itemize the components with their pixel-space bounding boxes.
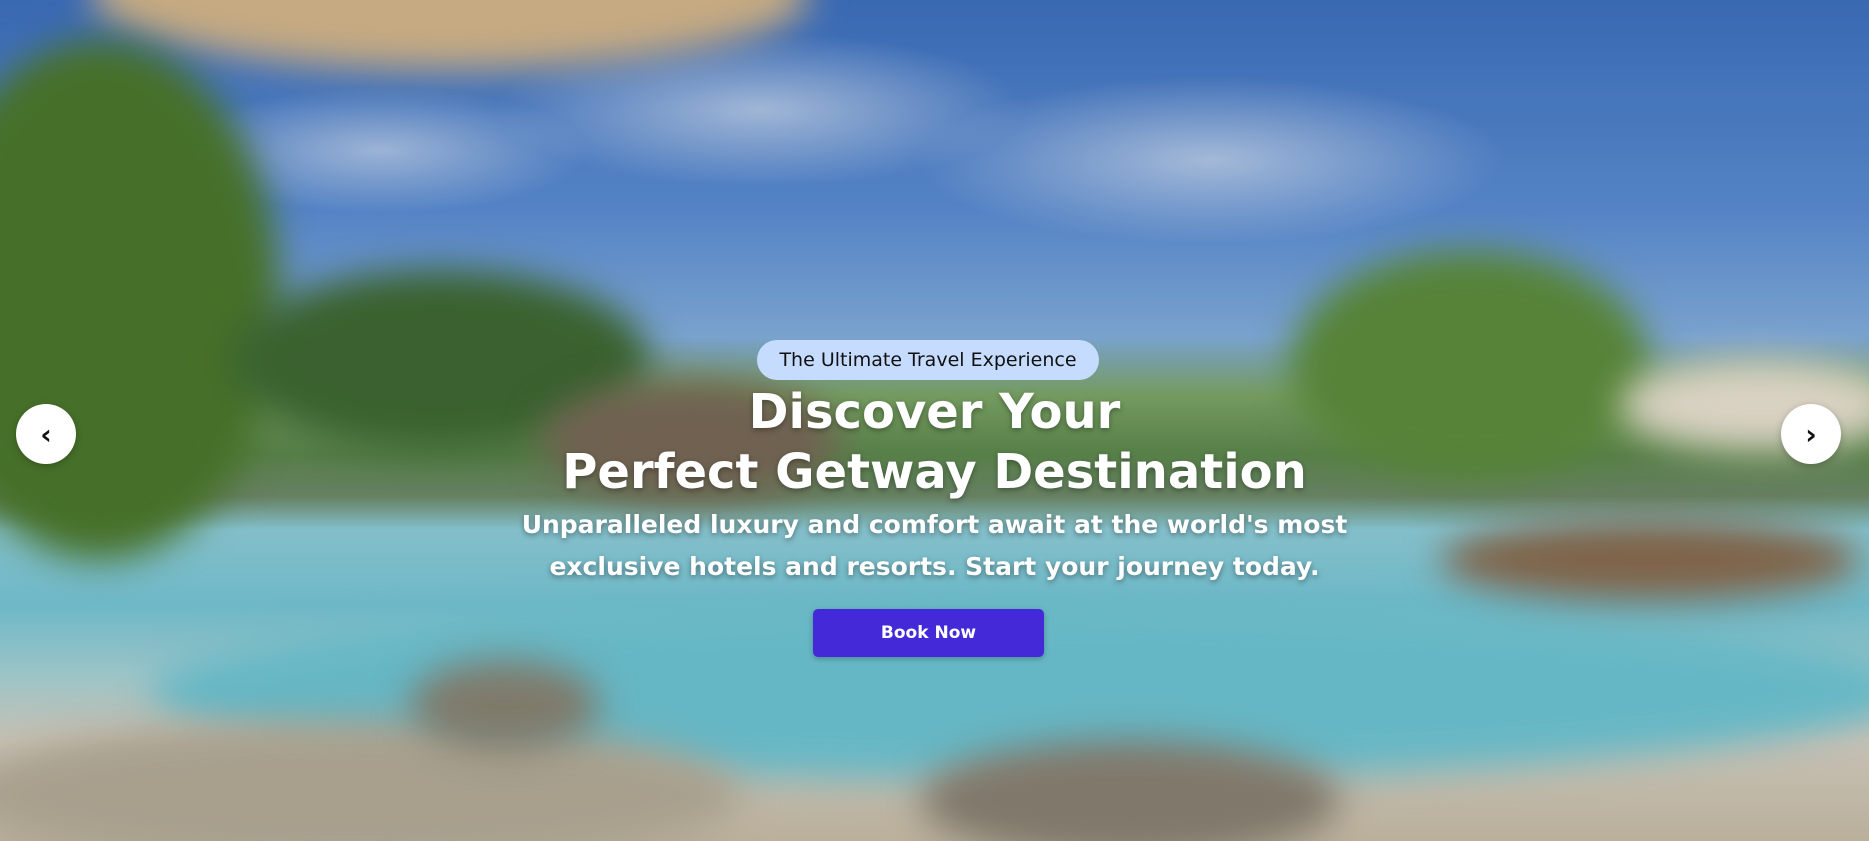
headline-line-2: Perfect Getway Destination [562, 444, 1307, 500]
book-now-button[interactable]: Book Now [813, 609, 1044, 657]
hero-headline: Discover Your Perfect Getway Destination [0, 382, 1869, 502]
tagline-badge: The Ultimate Travel Experience [757, 340, 1099, 380]
headline-line-1: Discover Your [748, 384, 1121, 440]
hero-section: ‹ › The Ultimate Travel Experience Disco… [0, 0, 1869, 841]
hero-subtitle: Unparalleled luxury and comfort await at… [521, 510, 1348, 581]
